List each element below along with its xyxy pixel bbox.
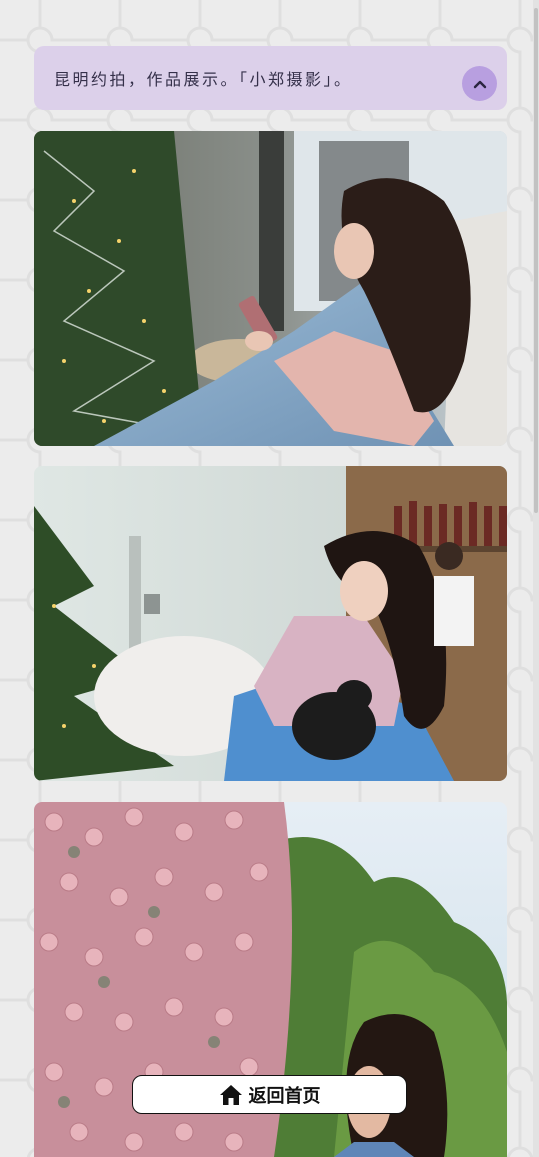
scrollbar[interactable] xyxy=(533,0,539,1157)
gallery-photo-1[interactable] xyxy=(34,131,507,446)
home-icon xyxy=(219,1084,242,1105)
home-button[interactable]: 返回首页 xyxy=(132,1075,407,1114)
collapse-button[interactable] xyxy=(462,66,497,101)
home-button-label: 返回首页 xyxy=(248,1085,321,1107)
scrollbar-thumb[interactable] xyxy=(534,8,538,513)
header-banner: 昆明约拍，作品展示。「小郑摄影」。 xyxy=(34,46,507,110)
gallery-photo-2[interactable] xyxy=(34,466,507,781)
chevron-up-icon xyxy=(473,80,486,88)
page-title: 昆明约拍，作品展示。「小郑摄影」。 xyxy=(54,70,353,89)
